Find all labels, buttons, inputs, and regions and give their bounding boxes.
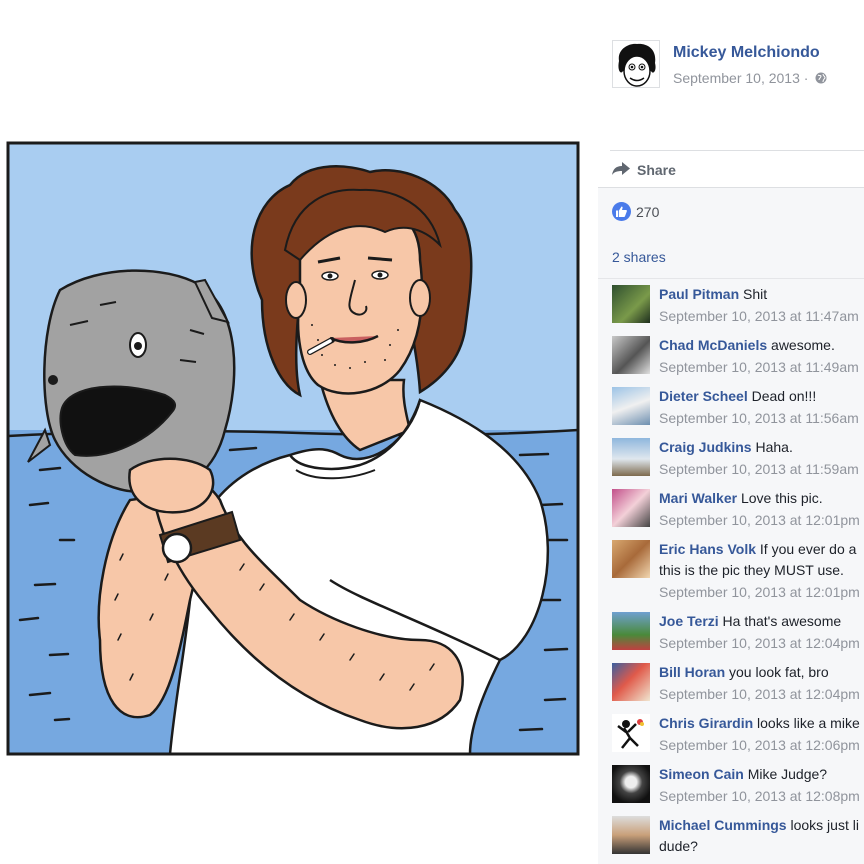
cartoon-illustration <box>6 141 580 756</box>
post-photo[interactable] <box>0 0 598 864</box>
comment-text-continued: this is the pic they MUST use. <box>659 562 844 578</box>
commenter-name[interactable]: Mari Walker <box>659 490 737 506</box>
shares-count-link[interactable]: 2 shares <box>612 249 666 265</box>
commenter-name[interactable]: Chad McDaniels <box>659 337 767 353</box>
comment-text: looks like a mike <box>757 715 860 731</box>
commenter-name[interactable]: Michael Cummings <box>659 817 787 833</box>
commenter-avatar[interactable] <box>612 612 650 650</box>
comment-timestamp[interactable]: September 10, 2013 at 11:49am <box>659 356 864 378</box>
commenter-avatar[interactable] <box>612 765 650 803</box>
meta-separator: · <box>803 70 809 86</box>
commenter-name[interactable]: Simeon Cain <box>659 766 744 782</box>
commenter-name[interactable]: Bill Horan <box>659 664 725 680</box>
share-arrow-icon <box>612 162 630 175</box>
comment-text: Ha that's awesome <box>722 613 842 629</box>
comment-item: Michael Cummings looks just li dude? <box>612 815 864 864</box>
comment-text: Shit <box>743 286 768 302</box>
like-reaction-icon <box>612 202 631 221</box>
comment-timestamp[interactable]: September 10, 2013 at 11:47am <box>659 305 864 327</box>
comment-text: Mike Judge? <box>747 766 828 782</box>
comment-text: Haha. <box>755 439 793 455</box>
comment-timestamp[interactable]: September 10, 2013 at 12:04pm <box>659 683 864 705</box>
comment-timestamp[interactable]: September 10, 2013 at 12:06pm <box>659 734 864 756</box>
comment-item: Eric Hans Volk If you ever do a this is … <box>612 539 864 611</box>
comment-item: Craig Judkins Haha. September 10, 2013 a… <box>612 437 864 488</box>
comment-text: looks just li <box>790 817 859 833</box>
commenter-name[interactable]: Paul Pitman <box>659 286 739 302</box>
post-author: Mickey Melchiondo September 10, 2013 · <box>612 40 864 90</box>
commenter-avatar[interactable] <box>612 438 650 476</box>
post-date[interactable]: September 10, 2013 <box>673 70 800 86</box>
comment-item: Joe Terzi Ha that's awesome September 10… <box>612 611 864 662</box>
comment-text-continued: dude? <box>659 838 698 854</box>
comment-timestamp[interactable]: September 10, 2013 at 12:08pm <box>659 785 864 807</box>
comment-item: Chad McDaniels awesome. September 10, 20… <box>612 335 864 386</box>
commenter-name[interactable]: Eric Hans Volk <box>659 541 756 557</box>
post-sidebar: Mickey Melchiondo September 10, 2013 · S… <box>598 0 864 864</box>
commenter-avatar[interactable] <box>612 336 650 374</box>
author-name[interactable]: Mickey Melchiondo <box>673 44 820 62</box>
comments-list: Paul Pitman Shit September 10, 2013 at 1… <box>612 284 864 864</box>
comment-timestamp[interactable]: September 10, 2013 at 12:01pm <box>659 581 864 603</box>
commenter-avatar[interactable] <box>612 663 650 701</box>
commenter-name[interactable]: Joe Terzi <box>659 613 719 629</box>
comment-timestamp[interactable]: September 10, 2013 at 11:56am <box>659 407 864 429</box>
commenter-avatar[interactable] <box>612 816 650 854</box>
comment-timestamp[interactable]: September 10, 2013 at 12:04pm <box>659 632 864 654</box>
comment-timestamp[interactable]: September 10, 2013 at 11:59am <box>659 458 864 480</box>
commenter-name[interactable]: Craig Judkins <box>659 439 752 455</box>
avatar-cartoon-icon <box>613 41 659 87</box>
comment-text: Love this pic. <box>740 490 823 506</box>
globe-icon[interactable] <box>815 72 827 84</box>
share-label: Share <box>637 162 676 178</box>
commenter-avatar[interactable] <box>612 540 650 578</box>
commenter-avatar[interactable] <box>612 489 650 527</box>
comment-text: you look fat, bro <box>729 664 829 680</box>
commenter-name[interactable]: Chris Girardin <box>659 715 753 731</box>
thumbs-up-icon <box>616 206 627 217</box>
commenter-name[interactable]: Dieter Scheel <box>659 388 748 404</box>
likes-count: 270 <box>636 204 660 220</box>
divider <box>610 150 864 151</box>
commenter-avatar[interactable] <box>612 285 650 323</box>
divider <box>598 278 864 279</box>
comment-text: Dead on!!! <box>751 388 817 404</box>
comment-item: Chris Girardin looks like a mike Septemb… <box>612 713 864 764</box>
comment-item: Dieter Scheel Dead on!!! September 10, 2… <box>612 386 864 437</box>
author-avatar[interactable] <box>612 40 660 88</box>
comment-timestamp[interactable]: September 10, 2013 at 12:01pm <box>659 509 864 531</box>
post-meta: September 10, 2013 · <box>673 70 827 86</box>
commenter-avatar[interactable] <box>612 387 650 425</box>
comment-item: Paul Pitman Shit September 10, 2013 at 1… <box>612 284 864 335</box>
banksy-flower-thrower-icon <box>617 719 644 749</box>
comment-item: Mari Walker Love this pic. September 10,… <box>612 488 864 539</box>
comment-text: awesome. <box>771 337 835 353</box>
comment-item: Bill Horan you look fat, bro September 1… <box>612 662 864 713</box>
comment-text: If you ever do a <box>759 541 857 557</box>
commenter-avatar[interactable] <box>612 714 650 752</box>
comment-item: Simeon Cain Mike Judge? September 10, 20… <box>612 764 864 815</box>
